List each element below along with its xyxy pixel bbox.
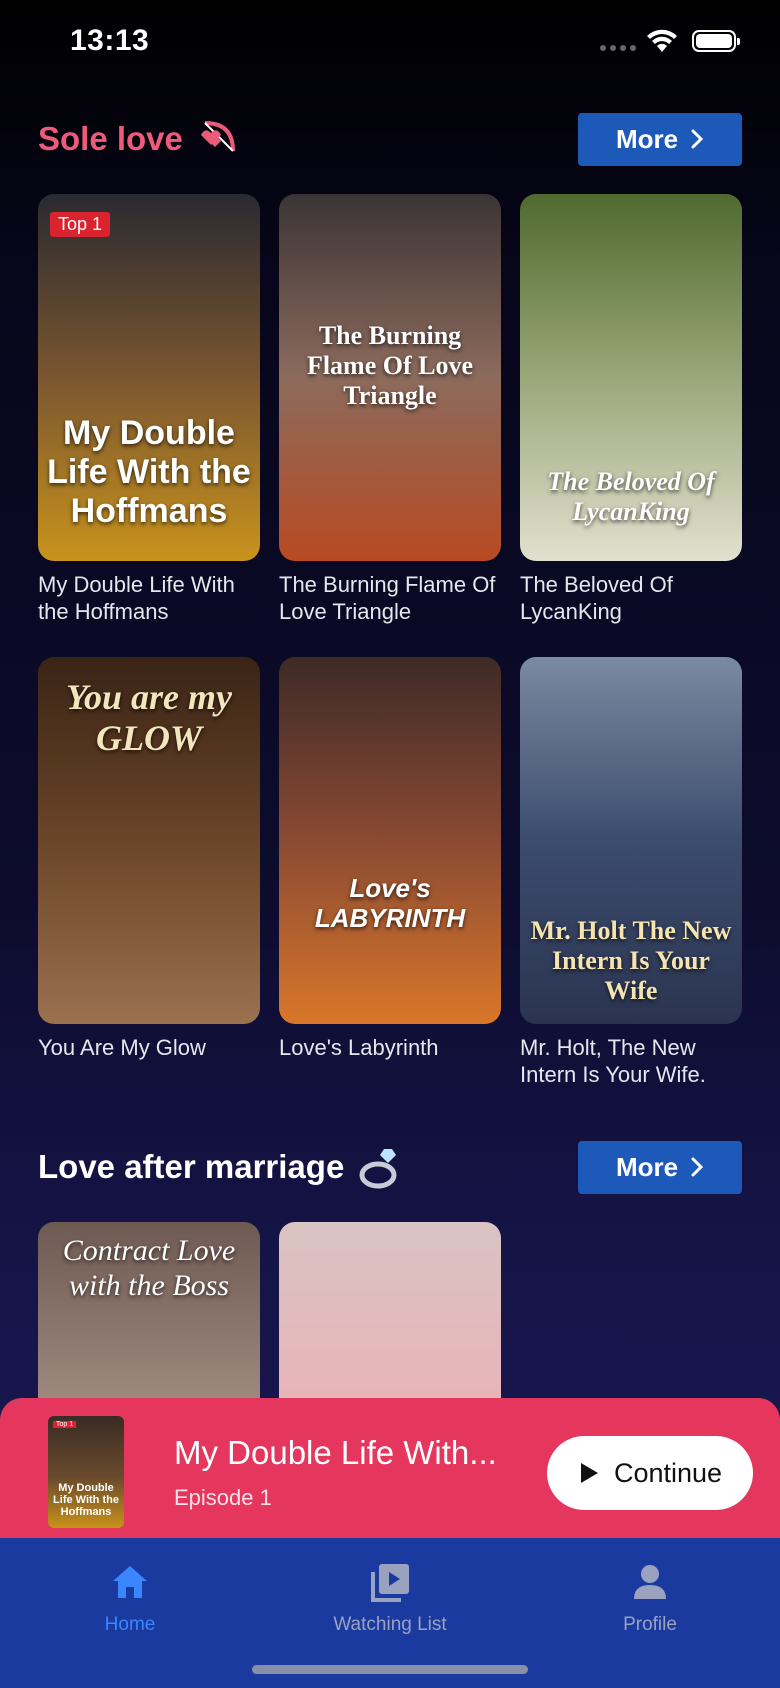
section-header-love-after-marriage: Love after marriage More [38,1139,742,1195]
more-button-love-after-marriage[interactable]: More [578,1140,742,1194]
section-title: Love after marriage [38,1143,402,1191]
drama-title[interactable]: My Double Life With the Hoffmans [38,571,260,625]
poster-title: Mr. Holt The New Intern Is Your Wife [530,916,732,1006]
rank-badge: Top 1 [53,1421,77,1428]
drama-card[interactable]: You are my GLOW You Are My Glow [38,657,260,1088]
drama-card[interactable]: Top 1 My Double Life With the Hoffmans M… [38,194,260,625]
drama-poster[interactable]: The Beloved Of LycanKing [520,194,742,561]
drama-poster[interactable]: The Burning Flame Of Love Triangle [279,194,501,561]
more-button-label: More [615,123,679,154]
thumbnail-title: My Double Life With the Hoffmans [53,1481,119,1518]
home-icon [113,1566,147,1598]
drama-poster[interactable]: Top 1 My Double Life With the Hoffmans [38,194,260,561]
status-bar: 13:13 [0,0,780,90]
mini-player-episode: Episode 1 [174,1485,272,1510]
mini-player-title: My Double Life With... [174,1434,497,1471]
drama-title[interactable]: The Burning Flame Of Love Triangle [279,571,501,625]
tab-label: Home [104,1614,156,1635]
drama-card[interactable]: The Burning Flame Of Love Triangle The B… [279,194,501,625]
tab-profile[interactable]: Profile [550,1556,750,1636]
section-title: Sole love [38,117,239,161]
section-title-label: Sole love [38,120,183,157]
status-time: 13:13 [70,24,150,57]
signal-icon [600,45,636,51]
battery-icon [692,30,740,52]
drama-poster[interactable]: Mr. Holt The New Intern Is Your Wife [520,657,742,1024]
more-button-label: More [615,1151,679,1182]
watching-list-icon [371,1564,409,1602]
drama-title[interactable]: The Beloved Of LycanKing [520,571,742,625]
rank-badge: Top 1 [50,212,111,237]
drama-poster[interactable]: Love's LABYRINTH [279,657,501,1024]
wifi-icon [647,29,677,52]
drama-title[interactable]: You Are My Glow [38,1034,260,1061]
drama-title[interactable]: Love's Labyrinth [279,1034,501,1061]
tab-label: Profile [623,1614,677,1635]
drama-card[interactable]: Love's LABYRINTH Love's Labyrinth [279,657,501,1088]
poster-title: My Double Life With the Hoffmans [47,413,251,530]
poster-title: Love's LABYRINTH [314,873,466,934]
drama-poster[interactable]: You are my GLOW [38,657,260,1024]
tab-watching-list[interactable]: Watching List [290,1556,490,1636]
chevron-right-icon [691,1157,704,1177]
drama-card[interactable]: The Beloved Of LycanKing The Beloved Of … [520,194,742,625]
more-button-sole-love[interactable]: More [578,112,742,166]
cupid-bow-icon [200,121,235,152]
tab-home[interactable]: Home [30,1556,230,1636]
profile-icon [634,1565,666,1599]
play-icon [580,1463,598,1483]
mini-player[interactable]: Top 1 My Double Life With the Hoffmans M… [0,1398,780,1538]
section-title-label: Love after marriage [38,1148,345,1185]
poster-title: The Beloved Of LycanKing [547,467,715,527]
chevron-right-icon [691,129,704,149]
ring-icon [359,1149,397,1189]
drama-card[interactable]: Mr. Holt The New Intern Is Your Wife Mr.… [520,657,742,1088]
tab-label: Watching List [333,1614,447,1635]
mini-player-thumbnail[interactable]: Top 1 My Double Life With the Hoffmans [48,1416,124,1528]
poster-title: You are my GLOW [66,677,232,759]
continue-button[interactable]: Continue [547,1436,753,1510]
continue-label: Continue [613,1457,723,1488]
home-indicator [252,1665,528,1674]
drama-title[interactable]: Mr. Holt, The New Intern Is Your Wife. [520,1034,742,1088]
poster-title: Contract Love with the Boss [62,1234,236,1302]
drama-grid-sole-love: Top 1 My Double Life With the Hoffmans M… [38,194,742,1088]
section-header-sole-love: Sole love More [38,111,742,167]
poster-title: The Burning Flame Of Love Triangle [306,321,474,411]
